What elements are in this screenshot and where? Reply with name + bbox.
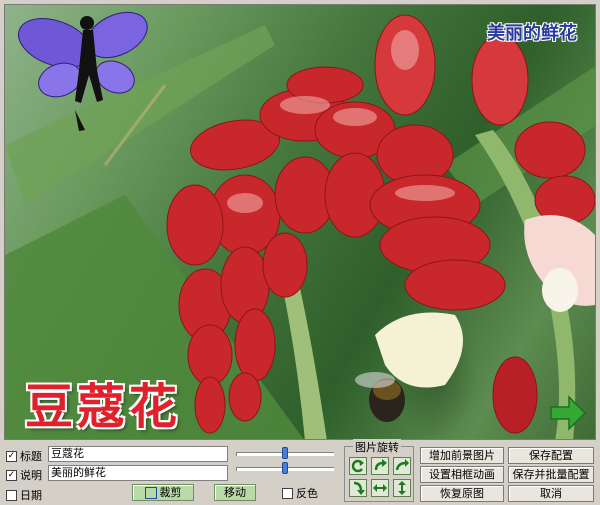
rotation-label: 图片旋转 xyxy=(353,439,401,455)
save-config-button[interactable]: 保存配置 xyxy=(508,447,594,464)
flower-name-overlay: 豆蔻花 xyxy=(25,379,182,435)
title-checkbox-label: 标题 xyxy=(20,450,42,463)
flip-down-icon[interactable] xyxy=(349,479,367,497)
flip-up-right-icon[interactable] xyxy=(393,457,411,475)
desc-checkbox-row[interactable]: ✓ 说明 xyxy=(6,467,42,483)
next-image-arrow-icon[interactable] xyxy=(547,393,587,433)
desc-checkbox[interactable]: ✓ xyxy=(6,469,17,481)
date-checkbox[interactable] xyxy=(6,489,17,501)
frame-animation-button[interactable]: 设置相框动画 xyxy=(420,466,504,483)
invert-checkbox-label: 反色 xyxy=(296,487,318,500)
restore-original-button[interactable]: 恢复原图 xyxy=(420,485,504,502)
save-batch-button[interactable]: 保存并批量配置 xyxy=(508,466,594,483)
invert-checkbox[interactable] xyxy=(282,487,293,499)
add-foreground-button[interactable]: 增加前景图片 xyxy=(420,447,504,464)
invert-checkbox-row[interactable]: 反色 xyxy=(282,485,318,501)
caption-overlay: 美丽的鲜花 xyxy=(487,23,577,44)
rotation-group: 图片旋转 xyxy=(344,439,414,502)
date-checkbox-row[interactable]: 日期 xyxy=(6,487,42,503)
title-checkbox-row[interactable]: ✓ 标题 xyxy=(6,448,42,464)
move-button[interactable]: 移动 xyxy=(214,484,256,501)
crop-icon xyxy=(144,487,157,499)
flip-horizontal-icon[interactable] xyxy=(371,479,389,497)
slider-1[interactable] xyxy=(236,447,334,459)
photo-preview: 美丽的鲜花 豆蔻花 xyxy=(4,4,596,440)
slider-1-thumb[interactable] xyxy=(282,447,288,459)
desc-checkbox-label: 说明 xyxy=(20,469,42,482)
crop-button[interactable]: 裁剪 xyxy=(132,484,194,501)
rotate-ccw-icon[interactable] xyxy=(349,457,367,475)
slider-2-thumb[interactable] xyxy=(282,462,288,474)
title-input[interactable]: 豆蔻花 xyxy=(48,446,228,462)
slider-2[interactable] xyxy=(236,462,334,474)
title-checkbox[interactable]: ✓ xyxy=(6,450,17,462)
flip-vertical-icon[interactable] xyxy=(393,479,411,497)
rotate-cw-icon[interactable] xyxy=(371,457,389,475)
desc-input[interactable]: 美丽的鲜花 xyxy=(48,465,228,481)
cancel-button[interactable]: 取消 xyxy=(508,485,594,502)
date-checkbox-label: 日期 xyxy=(20,489,42,502)
